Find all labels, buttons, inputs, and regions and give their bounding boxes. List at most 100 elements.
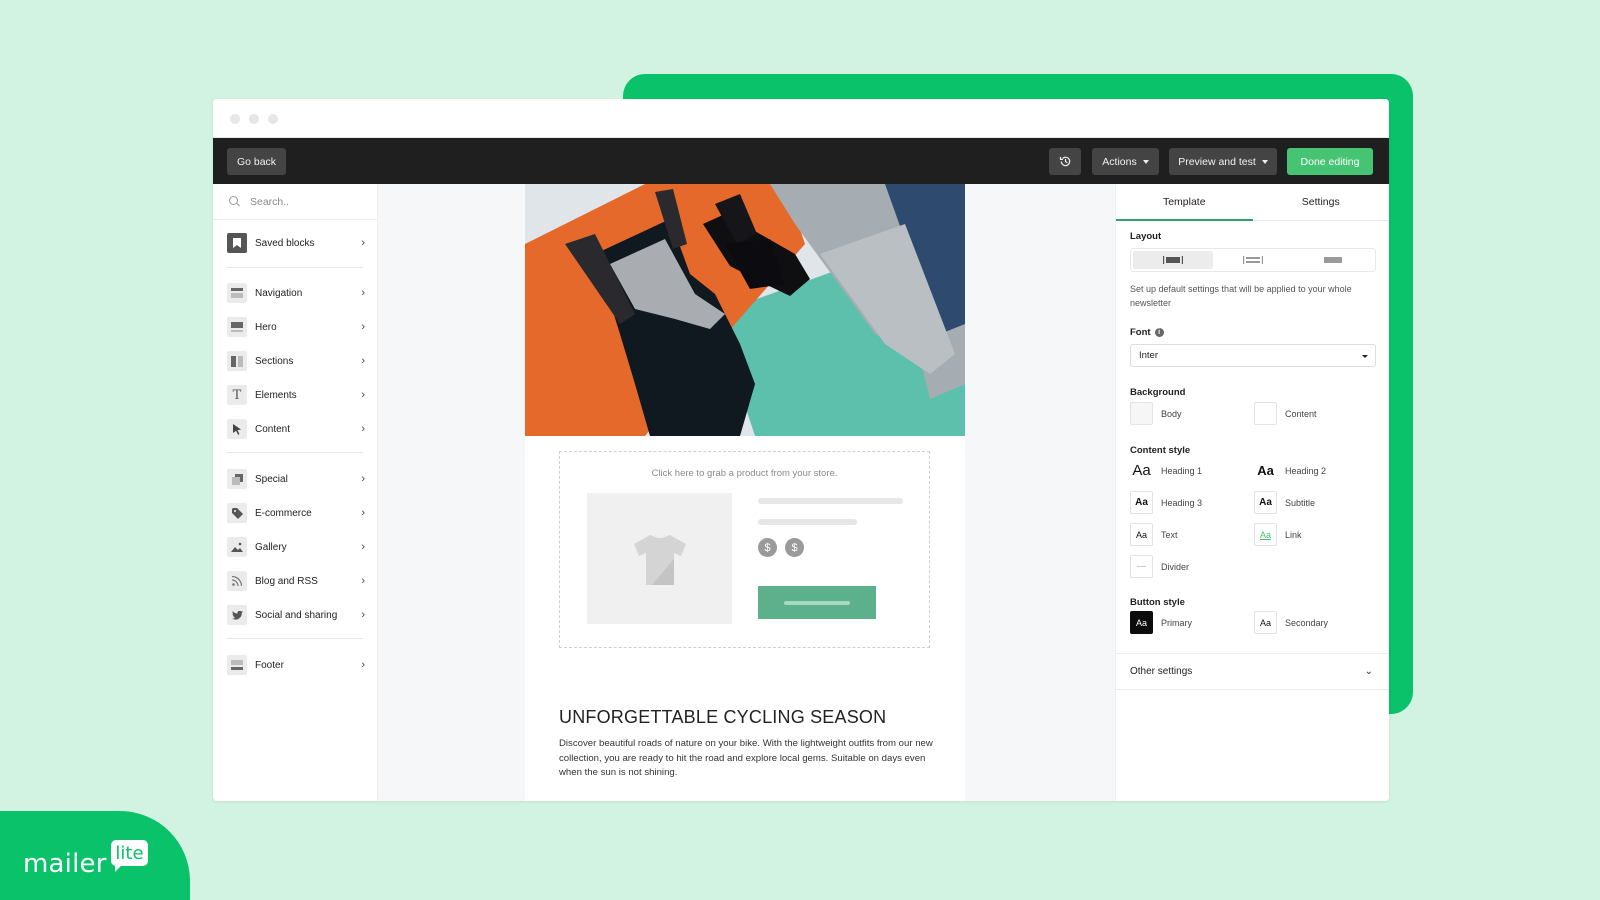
style-link[interactable]: Aa Link xyxy=(1254,523,1302,546)
sidebar-item-navigation[interactable]: Navigation › xyxy=(227,282,365,304)
email-preview[interactable]: Click here to grab a product from your s… xyxy=(525,184,965,801)
button-style-secondary[interactable]: Aa Secondary xyxy=(1254,611,1328,634)
sidebar-item-saved-blocks[interactable]: Saved blocks › xyxy=(227,232,365,254)
sidebar-item-label: Hero xyxy=(255,321,277,333)
search-icon xyxy=(229,196,240,207)
sidebar-item-label: Special xyxy=(255,473,288,485)
tshirt-icon xyxy=(633,534,686,585)
window-dot-maximize[interactable] xyxy=(268,114,278,124)
info-icon[interactable]: i xyxy=(1154,328,1164,337)
style-label: Divider xyxy=(1161,561,1190,572)
style-subtitle[interactable]: Aa Subtitle xyxy=(1254,491,1315,514)
history-button[interactable] xyxy=(1049,148,1081,175)
style-heading-1[interactable]: Aa Heading 1 xyxy=(1130,459,1202,482)
go-back-button[interactable]: Go back xyxy=(227,148,286,175)
tab-template[interactable]: Template xyxy=(1116,184,1253,221)
font-select[interactable]: Inter xyxy=(1130,344,1376,367)
product-placeholder[interactable]: Click here to grab a product from your s… xyxy=(559,451,930,648)
price-coin-icon: $ xyxy=(758,538,777,557)
blocks-sidebar: Search.. Saved blocks › Navigation › Hero ›… xyxy=(213,184,378,801)
brand-logo-bubble: lite xyxy=(111,840,148,872)
font-select-value: Inter xyxy=(1139,350,1159,361)
block-search[interactable]: Search.. xyxy=(213,184,377,220)
style-sample: Aa xyxy=(1130,523,1153,546)
chevron-right-icon: › xyxy=(361,575,365,587)
preview-label: Preview and test xyxy=(1178,155,1256,168)
style-label: Primary xyxy=(1161,617,1192,628)
style-divider[interactable]: Divider xyxy=(1130,555,1189,578)
chevron-right-icon: › xyxy=(361,423,365,435)
done-editing-button[interactable]: Done editing xyxy=(1287,148,1373,175)
layout-selector xyxy=(1130,248,1376,272)
layout-option-full[interactable] xyxy=(1293,251,1373,269)
browser-window: Go back Actions Preview and test Done ed… xyxy=(213,99,1389,801)
sidebar-item-label: E-commerce xyxy=(255,507,312,519)
chevron-right-icon: › xyxy=(361,355,365,367)
email-headline[interactable]: UNFORGETTABLE CYCLING SEASON xyxy=(559,707,886,728)
style-sample: Aa xyxy=(1254,611,1277,634)
sidebar-item-content[interactable]: Content › xyxy=(227,418,365,440)
sidebar-item-gallery[interactable]: Gallery › xyxy=(227,536,365,558)
sidebar-item-hero[interactable]: Hero › xyxy=(227,316,365,338)
sidebar-item-special[interactable]: Special › xyxy=(227,468,365,490)
actions-dropdown[interactable]: Actions xyxy=(1092,148,1159,175)
window-dot-close[interactable] xyxy=(230,114,240,124)
style-sample: Aa xyxy=(1254,491,1277,514)
layout-hint: Set up default settings that will be app… xyxy=(1130,284,1352,308)
style-sample: Aa xyxy=(1254,459,1277,482)
sidebar-item-sections[interactable]: Sections › xyxy=(227,350,365,372)
font-label: Font xyxy=(1130,327,1151,338)
product-buy-button[interactable] xyxy=(758,586,876,619)
style-text[interactable]: Aa Text xyxy=(1130,523,1178,546)
navigation-block-icon xyxy=(227,283,247,303)
style-label: Heading 2 xyxy=(1285,465,1327,476)
preview-and-test-dropdown[interactable]: Preview and test xyxy=(1169,148,1277,175)
style-heading-2[interactable]: Aa Heading 2 xyxy=(1254,459,1326,482)
footer-block-icon xyxy=(227,655,247,675)
layout-option-wide[interactable] xyxy=(1133,251,1213,269)
sidebar-item-elements[interactable]: T Elements › xyxy=(227,384,365,406)
brand-logo-text: mailer xyxy=(23,849,107,879)
chevron-right-icon: › xyxy=(361,659,365,671)
email-paragraph[interactable]: Discover beautiful roads of nature on yo… xyxy=(559,737,934,781)
chevron-right-icon: › xyxy=(361,609,365,621)
special-icon xyxy=(227,469,247,489)
other-settings-accordion[interactable]: Other settings ⌄ xyxy=(1116,653,1389,690)
window-dot-minimize[interactable] xyxy=(249,114,259,124)
sidebar-item-label: Elements xyxy=(255,389,297,401)
sidebar-item-footer[interactable]: Footer › xyxy=(227,654,365,676)
bookmark-icon xyxy=(227,233,247,253)
background-content-swatch[interactable]: Content xyxy=(1254,402,1317,425)
sidebar-item-blog-and-rss[interactable]: Blog and RSS › xyxy=(227,570,365,592)
cursor-icon xyxy=(227,419,247,439)
panel-tabs: Template Settings xyxy=(1116,184,1389,221)
button-style-primary[interactable]: Aa Primary xyxy=(1130,611,1192,634)
chevron-down-icon: ⌄ xyxy=(1364,666,1373,677)
image-icon xyxy=(227,537,247,557)
color-swatch xyxy=(1254,402,1277,425)
price-coin-icon: $ xyxy=(785,538,804,557)
layout-full-icon xyxy=(1324,257,1342,263)
chevron-right-icon: › xyxy=(361,473,365,485)
hero-block-icon xyxy=(227,317,247,337)
sidebar-item-social-and-sharing[interactable]: Social and sharing › xyxy=(227,604,365,626)
background-body-swatch[interactable]: Body xyxy=(1130,402,1182,425)
swatch-label: Content xyxy=(1285,408,1317,419)
search-input[interactable]: Search.. xyxy=(250,196,289,208)
swatch-label: Body xyxy=(1161,408,1182,419)
sidebar-item-label: Gallery xyxy=(255,541,287,553)
hero-image[interactable] xyxy=(525,184,965,436)
divider xyxy=(227,452,363,453)
sections-icon xyxy=(227,351,247,371)
layout-option-lines[interactable] xyxy=(1213,251,1293,269)
style-heading-3[interactable]: Aa Heading 3 xyxy=(1130,491,1202,514)
sidebar-item-label: Footer xyxy=(255,659,284,671)
sidebar-item-label: Content xyxy=(255,423,291,435)
chevron-right-icon: › xyxy=(361,541,365,553)
other-settings-label: Other settings xyxy=(1130,666,1193,677)
tab-settings[interactable]: Settings xyxy=(1253,184,1390,220)
style-label: Subtitle xyxy=(1285,497,1316,508)
sidebar-item-e-commerce[interactable]: E-commerce › xyxy=(227,502,365,524)
cycling-apparel-photo xyxy=(525,184,965,436)
layout-lines-icon xyxy=(1243,256,1263,264)
